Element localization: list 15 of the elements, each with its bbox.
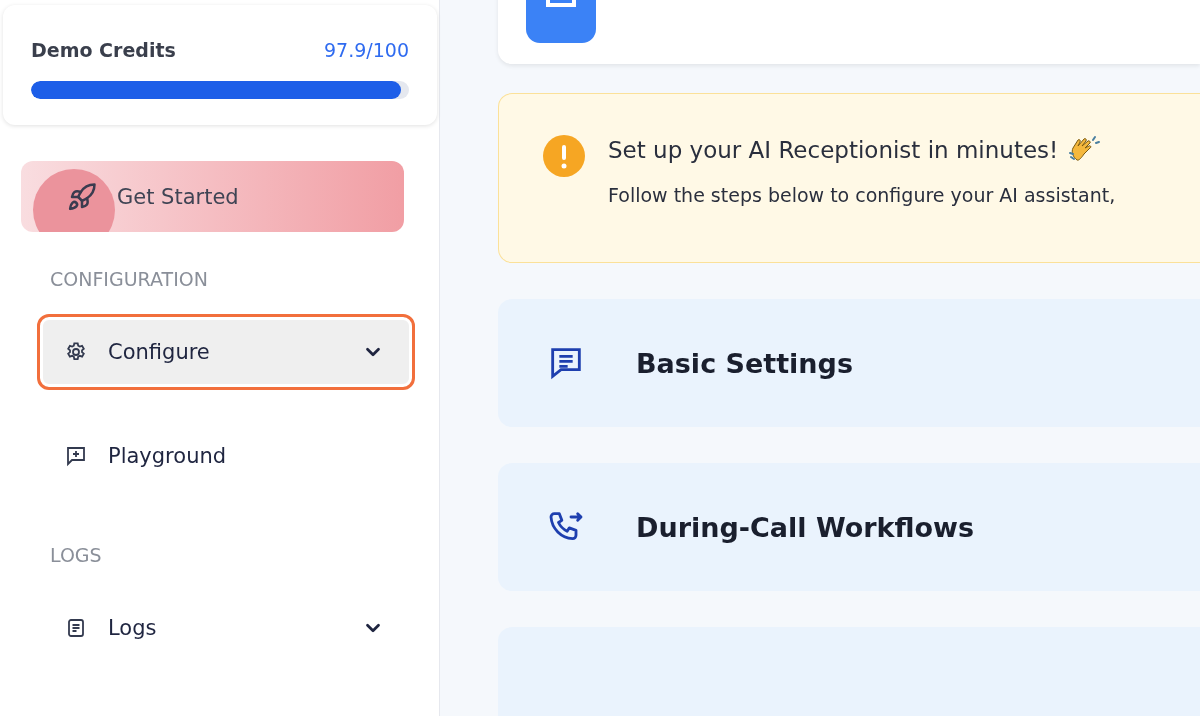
alert-description: Follow the steps below to configure your AI assistant, [608, 184, 1116, 206]
get-started-button[interactable]: Get Started [21, 161, 404, 232]
nav-section-heading: LOGS [50, 544, 103, 568]
section-card[interactable]: Basic Settings [498, 299, 1200, 427]
credits-label: Demo Credits [31, 39, 176, 61]
credits-value: 97.9/100 [324, 39, 409, 61]
nav-item[interactable]: Configure [37, 314, 415, 390]
nav-section-heading: CONFIGURATION [50, 268, 209, 292]
nav-item[interactable]: Playground [37, 418, 415, 494]
section-card[interactable]: During-Call Workflows [498, 463, 1200, 591]
warning-icon [542, 134, 586, 178]
alert-title: Set up your AI Receptionist in minutes! [608, 137, 1059, 163]
chat-plus-icon [64, 444, 88, 468]
rocket-icon [67, 181, 97, 212]
nav-item[interactable]: Logs [37, 590, 415, 666]
